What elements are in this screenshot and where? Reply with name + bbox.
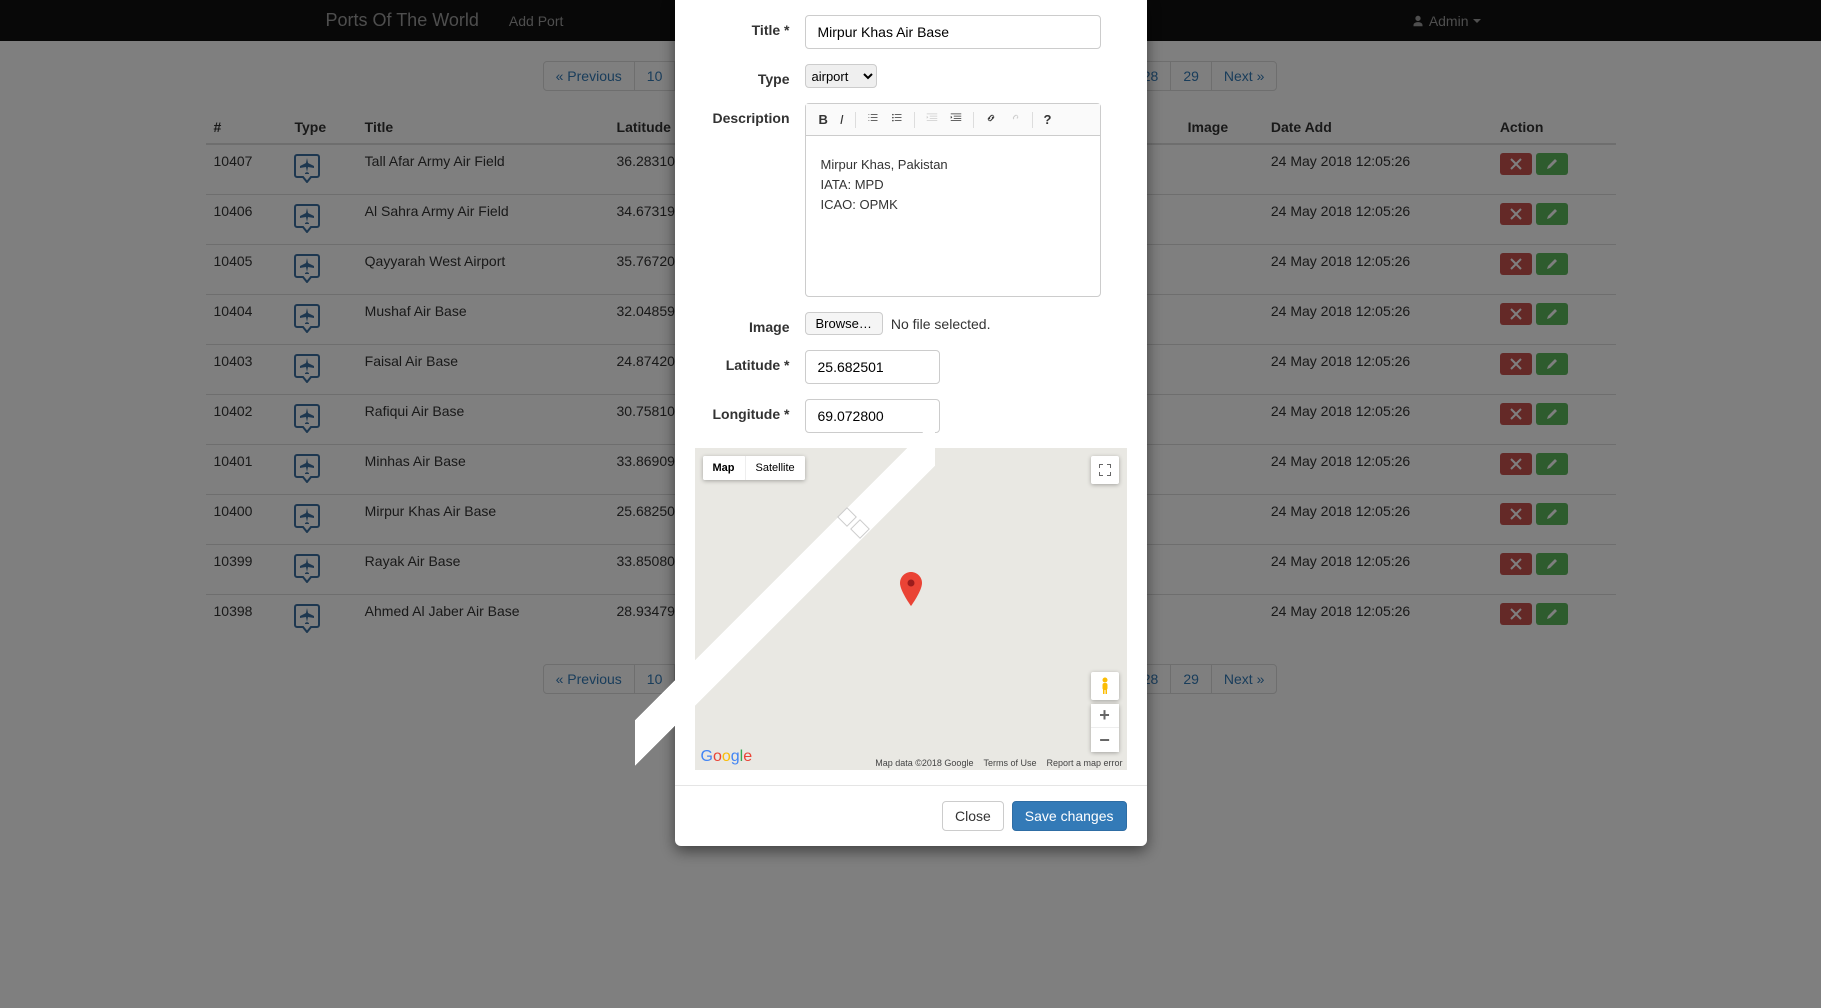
type-label: Type bbox=[695, 64, 805, 87]
edit-port-modal: Title * Type airport Description B I bbox=[675, 0, 1147, 846]
map-marker-icon bbox=[900, 572, 922, 609]
zoom-in-button[interactable]: + bbox=[1091, 704, 1119, 728]
latitude-label: Latitude * bbox=[695, 350, 805, 373]
zoom-out-button[interactable]: − bbox=[1091, 728, 1119, 752]
save-button[interactable]: Save changes bbox=[1012, 801, 1127, 831]
latitude-field[interactable] bbox=[805, 350, 940, 384]
pegman-icon bbox=[1098, 677, 1112, 695]
image-label: Image bbox=[695, 312, 805, 335]
link-button[interactable] bbox=[980, 109, 1002, 130]
fullscreen-button[interactable] bbox=[1091, 456, 1119, 484]
map[interactable]: Map Satellite + − Google Map data ©2018 … bbox=[695, 448, 1127, 770]
type-select[interactable]: airport bbox=[805, 64, 877, 88]
map-attribution: Map data ©2018 Google Terms of Use Repor… bbox=[875, 758, 1122, 768]
description-label: Description bbox=[695, 103, 805, 126]
terms-link[interactable]: Terms of Use bbox=[983, 758, 1036, 768]
indent-button[interactable] bbox=[945, 109, 967, 130]
outdent-button[interactable] bbox=[921, 109, 943, 130]
satellite-mode-button[interactable]: Satellite bbox=[746, 456, 805, 480]
unordered-list-button[interactable] bbox=[886, 109, 908, 130]
street-view-button[interactable] bbox=[1091, 672, 1119, 700]
editor-toolbar: B I bbox=[806, 104, 1100, 136]
google-logo: Google bbox=[701, 748, 753, 766]
longitude-label: Longitude * bbox=[695, 399, 805, 422]
bold-button[interactable]: B bbox=[814, 109, 833, 130]
ordered-list-button[interactable] bbox=[862, 109, 884, 130]
description-editor: B I bbox=[805, 103, 1101, 297]
close-button[interactable]: Close bbox=[942, 801, 1004, 831]
unlink-button[interactable] bbox=[1004, 109, 1026, 130]
fullscreen-icon bbox=[1098, 463, 1112, 477]
map-mode-button[interactable]: Map bbox=[703, 456, 746, 480]
title-label: Title * bbox=[695, 15, 805, 38]
file-status-text: No file selected. bbox=[891, 316, 991, 332]
help-button[interactable]: ? bbox=[1039, 109, 1057, 130]
italic-button[interactable]: I bbox=[835, 109, 849, 130]
report-error-link[interactable]: Report a map error bbox=[1046, 758, 1122, 768]
description-content[interactable]: Mirpur Khas, Pakistan IATA: MPD ICAO: OP… bbox=[806, 136, 1100, 296]
browse-button[interactable]: Browse… bbox=[805, 312, 883, 335]
zoom-control: + − bbox=[1091, 704, 1119, 752]
title-field[interactable] bbox=[805, 15, 1101, 49]
